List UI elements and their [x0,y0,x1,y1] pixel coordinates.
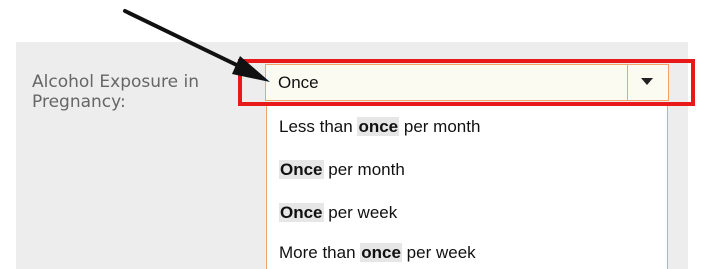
option-text-post: per week [401,243,476,262]
option-text-post: per week [323,203,398,222]
screenshot-canvas: Alcohol Exposure in Pregnancy: Once Less… [0,0,704,269]
alcohol-exposure-label: Alcohol Exposure in Pregnancy: [32,72,200,112]
option-more-than-once-per-week[interactable]: More than once per week [279,242,476,264]
caret-down-icon-svg [641,78,653,85]
select-divider [627,65,628,100]
option-text-post: per month [399,117,481,136]
option-text-pre: More than [279,243,361,262]
option-text-post: per month [323,160,405,179]
option-less-than-once-per-month[interactable]: Less than once per month [279,116,480,138]
option-once-per-month[interactable]: Once per month [279,159,405,181]
option-text-match: Once [279,203,324,222]
option-text-match: once [360,243,402,262]
option-text-pre: Less than [279,117,358,136]
dropdown-options-list: Less than once per month Once per month … [266,106,668,269]
option-text-match: Once [279,160,324,179]
alcohol-exposure-select[interactable]: Once [265,64,669,101]
option-once-per-week[interactable]: Once per week [279,202,397,224]
select-current-value: Once [278,73,319,92]
option-text-match: once [357,117,400,136]
caret-down-icon[interactable] [636,71,658,93]
